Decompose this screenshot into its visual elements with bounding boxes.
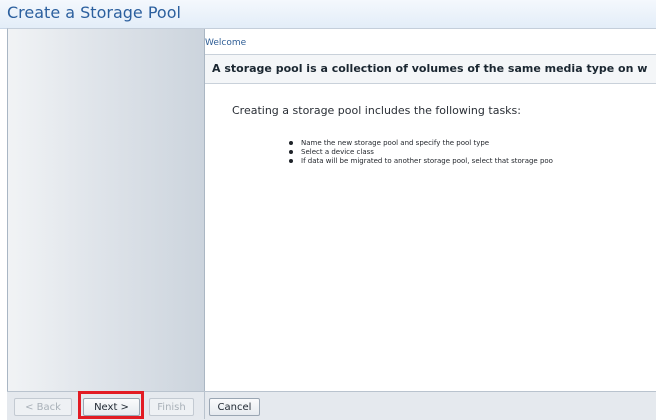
list-item: Name the new storage pool and specify th… <box>288 139 656 148</box>
bullet-icon <box>289 141 293 145</box>
next-button[interactable]: Next > <box>83 398 140 416</box>
list-item: If data will be migrated to another stor… <box>288 157 656 166</box>
wizard-heading: A storage pool is a collection of volume… <box>212 62 648 75</box>
wizard-step-panel <box>8 29 205 391</box>
back-button[interactable]: < Back <box>14 398 72 416</box>
breadcrumb: Welcome <box>205 38 247 48</box>
list-item: Select a device class <box>288 148 656 157</box>
window-title-bar: Create a Storage Pool <box>0 0 656 29</box>
wizard-heading-bar: A storage pool is a collection of volume… <box>205 54 656 84</box>
task-list: Name the new storage pool and specify th… <box>288 139 656 166</box>
window-title: Create a Storage Pool <box>7 3 181 22</box>
finish-button[interactable]: Finish <box>149 398 194 416</box>
button-bar-divider <box>204 391 205 419</box>
cancel-button[interactable]: Cancel <box>209 398 260 416</box>
bullet-icon <box>289 150 293 154</box>
task-label: If data will be migrated to another stor… <box>301 157 553 165</box>
bullet-icon <box>289 159 293 163</box>
intro-text: Creating a storage pool includes the fol… <box>232 104 521 117</box>
task-label: Name the new storage pool and specify th… <box>301 139 490 147</box>
task-label: Select a device class <box>301 148 374 156</box>
